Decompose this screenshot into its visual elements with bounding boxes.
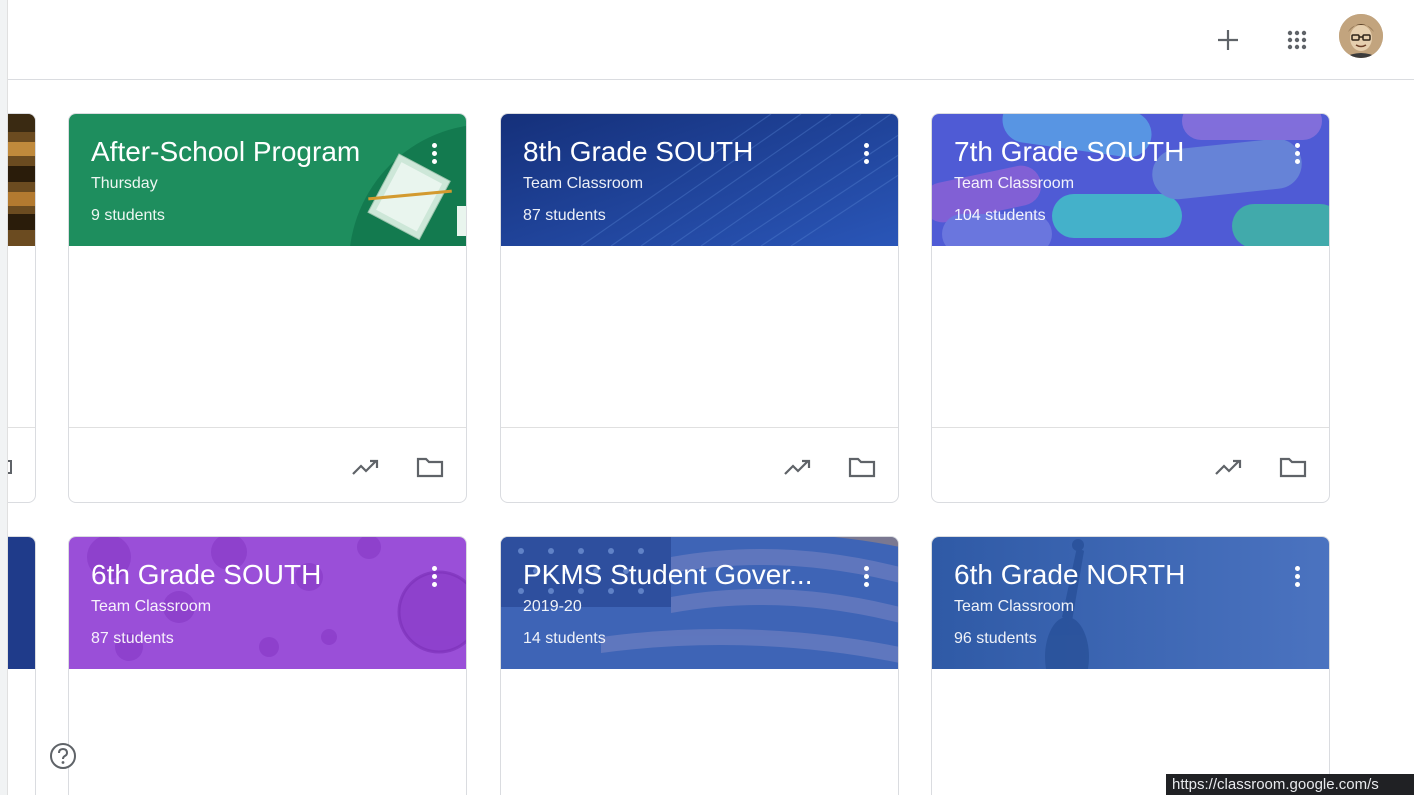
plus-icon [1218,30,1238,50]
class-card-banner: 8th Grade SOUTH Team Classroom 87 studen… [501,114,898,246]
class-section: Team Classroom [954,598,1075,615]
class-title[interactable]: 6th Grade SOUTH [91,559,321,591]
class-card-banner: After-School Program Thursday 9 students [69,114,466,246]
account-avatar[interactable] [1339,14,1383,58]
apps-grid-icon [1287,30,1307,50]
class-card-banner: PKMS Student Gover... 2019-20 14 student… [501,537,898,669]
class-card-banner: 6th Grade NORTH Team Classroom 96 studen… [932,537,1329,669]
class-student-count: 87 students [523,207,606,224]
classroom-home: After-School Program Thursday 9 students [0,0,1416,795]
trending-up-icon[interactable] [350,451,382,483]
class-student-count: 9 students [91,207,165,224]
trending-up-icon[interactable] [782,451,814,483]
status-bar-url: https://classroom.google.com/s [1166,774,1414,795]
class-card-after-school-program[interactable]: After-School Program Thursday 9 students [68,113,467,503]
more-options-icon[interactable] [422,138,446,168]
class-section: Team Classroom [91,598,212,615]
folder-icon[interactable] [846,451,878,483]
class-card-footer [501,427,898,502]
class-student-count: 14 students [523,630,606,647]
class-title[interactable]: 6th Grade NORTH [954,559,1185,591]
class-section: Team Classroom [954,175,1075,192]
more-options-icon[interactable] [422,561,446,591]
user-avatar-icon [1339,14,1383,58]
class-student-count: 104 students [954,207,1046,224]
class-title[interactable]: 7th Grade SOUTH [954,136,1184,168]
folder-icon[interactable] [1277,451,1309,483]
google-apps-button[interactable] [1273,16,1321,64]
class-card-banner: 7th Grade SOUTH Team Classroom 104 stude… [932,114,1329,246]
more-options-icon[interactable] [854,561,878,591]
class-student-count: 96 students [954,630,1037,647]
help-button[interactable] [48,741,78,771]
left-edge [0,0,8,795]
create-or-join-class-button[interactable] [1204,16,1252,64]
class-card-pkms-student-government[interactable]: PKMS Student Gover... 2019-20 14 student… [500,536,899,795]
more-options-icon[interactable] [1285,561,1309,591]
class-section: Team Classroom [523,175,644,192]
more-options-icon[interactable] [1285,138,1309,168]
top-bar [8,0,1414,80]
help-icon [50,743,76,769]
class-section: Thursday [91,175,158,192]
class-card-banner: 6th Grade SOUTH Team Classroom 87 studen… [69,537,466,669]
class-card-8th-grade-south[interactable]: 8th Grade SOUTH Team Classroom 87 studen… [500,113,899,503]
class-card-7th-grade-south[interactable]: 7th Grade SOUTH Team Classroom 104 stude… [931,113,1330,503]
class-card-6th-grade-south[interactable]: 6th Grade SOUTH Team Classroom 87 studen… [68,536,467,795]
class-title[interactable]: PKMS Student Gover... [523,559,812,591]
class-card-footer [69,427,466,502]
trending-up-icon[interactable] [1213,451,1245,483]
folder-icon[interactable] [414,451,446,483]
more-options-icon[interactable] [854,138,878,168]
class-title[interactable]: 8th Grade SOUTH [523,136,753,168]
class-card-6th-grade-north[interactable]: 6th Grade NORTH Team Classroom 96 studen… [931,536,1330,795]
class-card-footer [932,427,1329,502]
class-title[interactable]: After-School Program [91,136,360,168]
class-student-count: 87 students [91,630,174,647]
class-section: 2019-20 [523,598,582,615]
